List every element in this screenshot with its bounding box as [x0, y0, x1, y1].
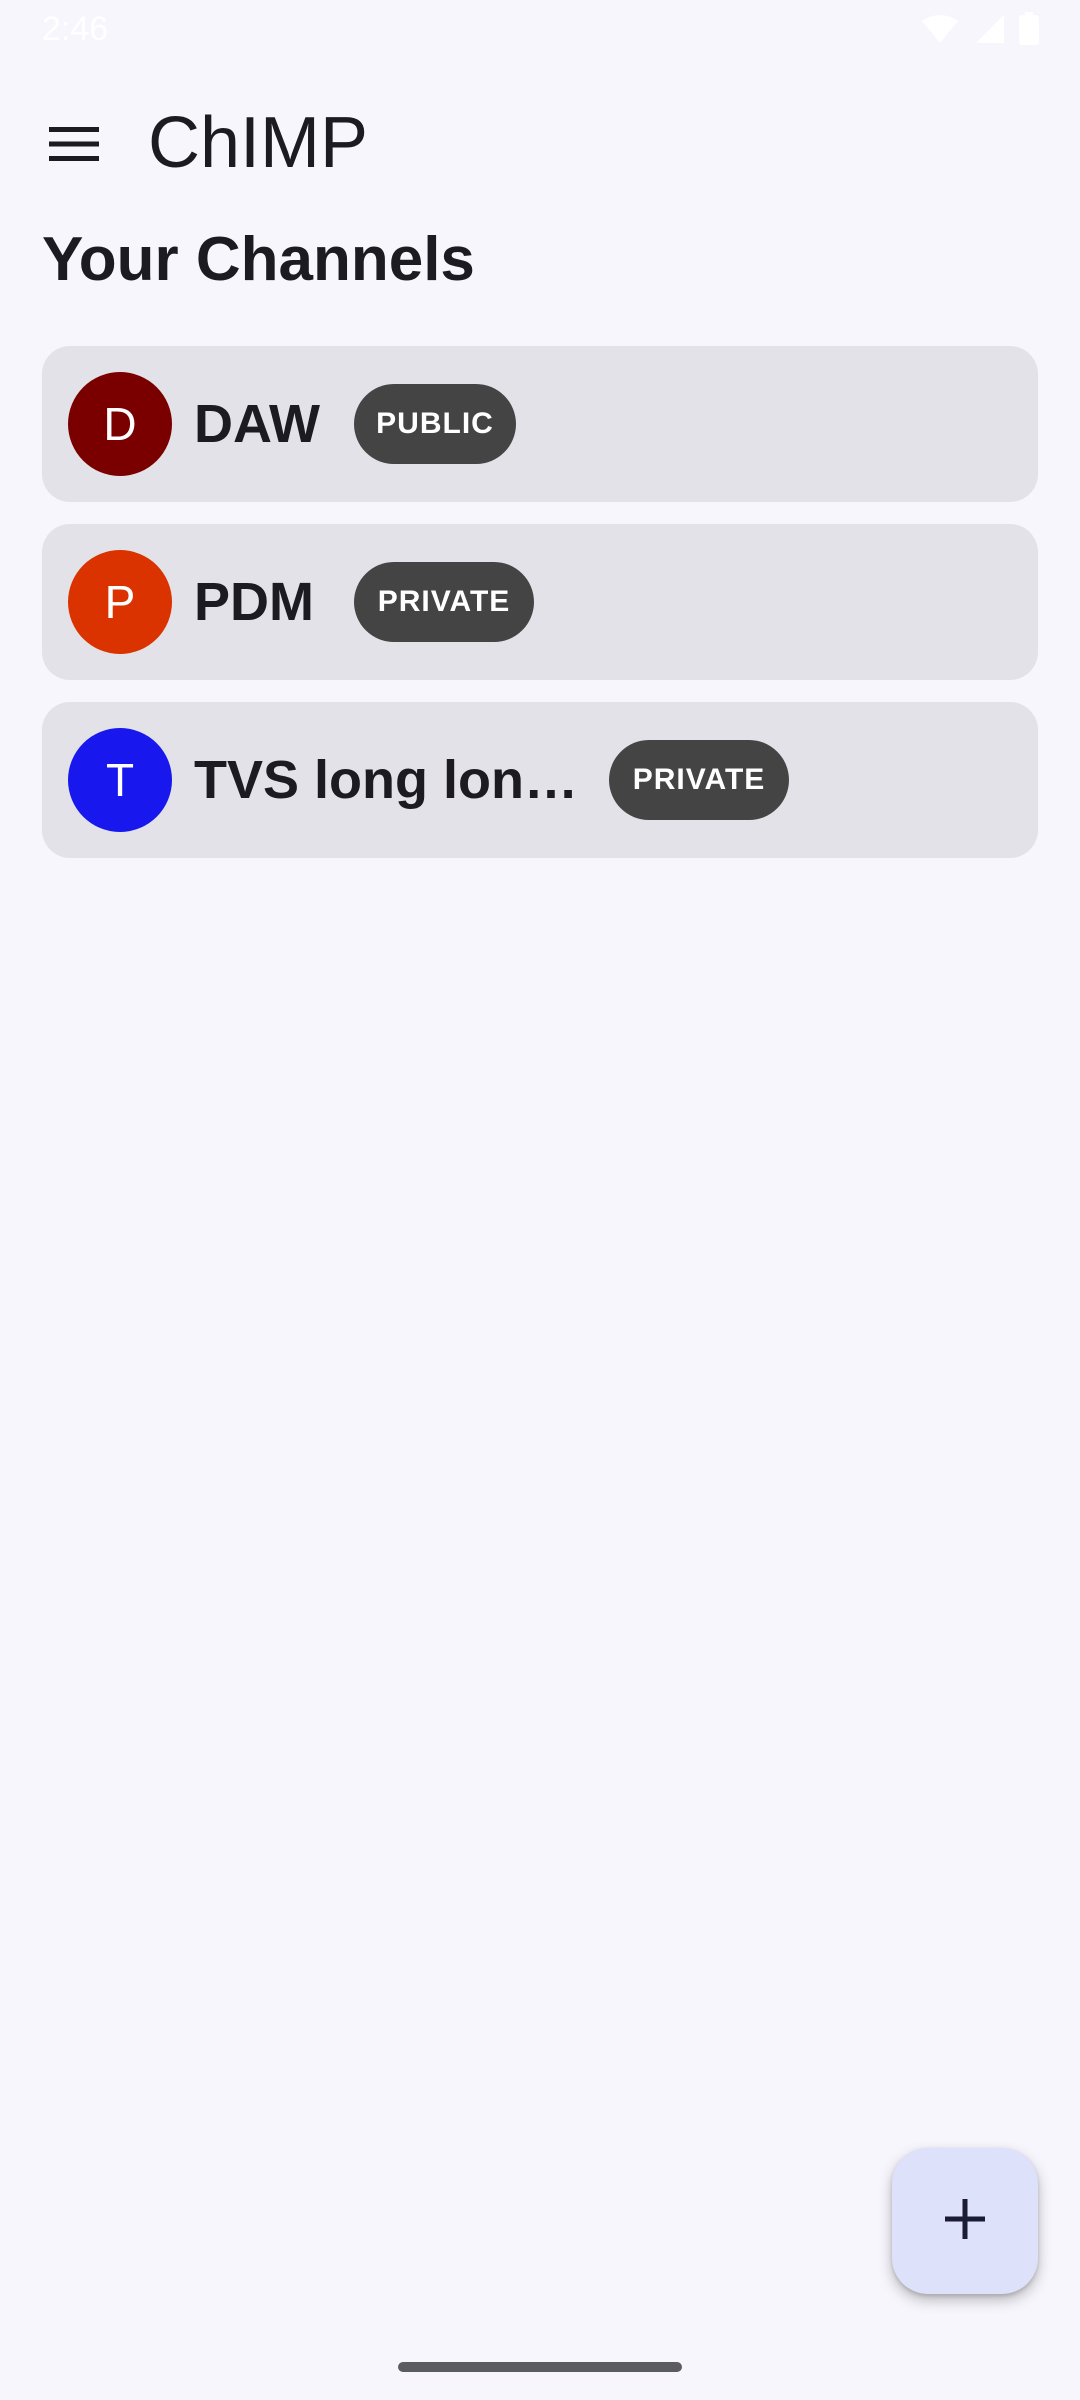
plus-icon [943, 2197, 987, 2246]
status-time: 2:46 [42, 10, 109, 48]
hamburger-menu-icon [49, 125, 99, 168]
channel-item-daw[interactable]: D DAW PUBLIC [42, 346, 1038, 502]
status-bar: 2:46 [0, 0, 1080, 64]
status-icons [920, 12, 1040, 46]
channel-name: DAW [194, 394, 320, 454]
channel-item-pdm[interactable]: P PDM PRIVATE [42, 524, 1038, 680]
section-title: Your Channels [42, 225, 475, 294]
channel-avatar: D [68, 372, 172, 476]
app-bar: ChIMP [0, 90, 1080, 202]
channel-list: D DAW PUBLIC P PDM PRIVATE T TVS long lo… [42, 346, 1038, 880]
battery-icon [1018, 12, 1040, 46]
add-channel-button[interactable] [892, 2148, 1038, 2294]
avatar-initial: P [104, 576, 136, 628]
app-title: ChIMP [148, 103, 369, 183]
channel-name: PDM [194, 572, 314, 632]
avatar-initial: T [105, 754, 135, 806]
screen: 2:46 ChIMP Your Channels D DAW PUBLIC P … [0, 0, 1080, 2400]
visibility-badge: PUBLIC [354, 384, 516, 464]
menu-button[interactable] [32, 108, 116, 184]
avatar-initial: D [103, 398, 137, 450]
wifi-icon [920, 13, 960, 45]
cellular-signal-icon [972, 13, 1006, 45]
visibility-badge: PRIVATE [609, 740, 789, 820]
channel-item-tvs[interactable]: T TVS long lon… PRIVATE [42, 702, 1038, 858]
channel-avatar: T [68, 728, 172, 832]
home-indicator[interactable] [398, 2362, 682, 2372]
channel-avatar: P [68, 550, 172, 654]
channel-name: TVS long lon… [194, 750, 578, 810]
visibility-badge: PRIVATE [354, 562, 534, 642]
